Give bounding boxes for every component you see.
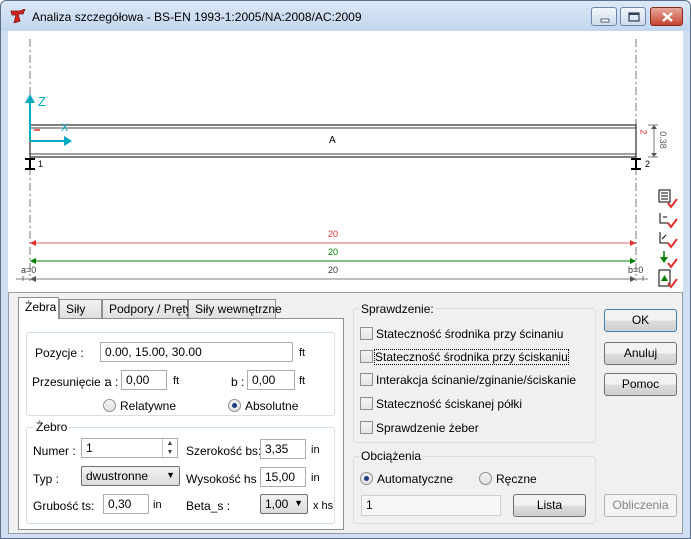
spinner-arrows-icon[interactable]: ▲ ▼ bbox=[162, 439, 177, 457]
tab-ribs[interactable]: Żebra bbox=[18, 297, 59, 319]
offset-b-unit: ft bbox=[299, 375, 306, 387]
beam-preview-canvas: Z X A 1 2 2 0.38 20 20 20 a=0 b=0 bbox=[8, 31, 683, 293]
beam-label: A bbox=[329, 135, 336, 146]
loads-manual-radio[interactable] bbox=[479, 472, 492, 485]
rib-thickness-label: Grubość ts: bbox=[33, 499, 95, 513]
rib-type-select[interactable]: dwustronne ▼ bbox=[81, 466, 180, 486]
loads-auto-radio[interactable] bbox=[360, 472, 373, 485]
offset-b-field-label: b : bbox=[231, 375, 245, 389]
help-button[interactable]: Pomoc bbox=[604, 373, 677, 396]
node-right-label: 2 bbox=[645, 159, 651, 169]
positions-label: Pozycje : bbox=[35, 346, 84, 360]
absolute-label: Absolutne bbox=[245, 399, 299, 413]
offset-a-label: a=0 bbox=[21, 265, 37, 275]
minimize-icon bbox=[600, 18, 610, 23]
check-shear-buckling[interactable] bbox=[360, 327, 373, 340]
absolute-radio[interactable] bbox=[228, 399, 241, 412]
rib-thickness-input[interactable]: 0,30 bbox=[103, 494, 149, 514]
rib-width-label: Szerokość bs: bbox=[186, 444, 262, 458]
dimension-green: 20 bbox=[328, 247, 339, 257]
tab-internal-forces[interactable]: Siły wewnętrzne bbox=[188, 299, 282, 319]
app-logo-icon bbox=[10, 9, 26, 23]
dialog-window: Analiza szczegółowa - BS-EN 1993-1:2005/… bbox=[0, 0, 691, 539]
view-rib-icon[interactable] bbox=[658, 189, 678, 209]
height-dimension: 0.38 bbox=[657, 131, 668, 149]
maximize-icon bbox=[628, 12, 640, 22]
dropdown-arrow-icon: ▼ bbox=[166, 470, 175, 480]
title-bar[interactable]: Analiza szczegółowa - BS-EN 1993-1:2005/… bbox=[1, 1, 690, 31]
beta-value: 1,00 bbox=[265, 497, 289, 511]
minimize-button[interactable] bbox=[591, 7, 617, 26]
check-flange-stability-label: Stateczność ściskanej półki bbox=[376, 397, 523, 411]
node-left-label: 1 bbox=[38, 159, 44, 169]
cancel-button[interactable]: Anuluj bbox=[604, 342, 677, 365]
rib-type-label: Typ : bbox=[33, 472, 60, 486]
view-dimension-icon[interactable] bbox=[658, 209, 678, 229]
calculations-button[interactable]: Obliczenia bbox=[604, 494, 677, 517]
beta-select[interactable]: 1,00 ▼ bbox=[260, 494, 308, 514]
tab-panel-ribs: Pozycje : 0.00, 15.00, 30.00 ft Przesuni… bbox=[18, 318, 344, 530]
check-interaction[interactable] bbox=[360, 373, 373, 386]
dimension-total: 20 bbox=[328, 265, 339, 275]
checks-group-title: Sprawdzenie: bbox=[359, 302, 436, 316]
check-interaction-label: Interakcja ścinanie/zginanie/ściskanie bbox=[376, 373, 577, 387]
beam-drawing bbox=[16, 39, 658, 282]
dropdown-arrow-icon: ▼ bbox=[294, 498, 303, 508]
loads-list-field[interactable]: 1 bbox=[361, 495, 501, 516]
ok-button[interactable]: OK bbox=[604, 309, 677, 332]
check-flange-stability[interactable] bbox=[360, 397, 373, 410]
rib-group-title: Żebro bbox=[34, 420, 70, 434]
node-right-top-label: 2 bbox=[638, 129, 649, 135]
list-button[interactable]: Lista bbox=[513, 494, 586, 517]
rib-number-label: Numer : bbox=[33, 444, 76, 458]
check-ribs-label: Sprawdzenie żeber bbox=[376, 421, 479, 435]
loads-auto-label: Automatyczne bbox=[377, 472, 454, 486]
close-icon bbox=[662, 12, 673, 22]
check-ribs[interactable] bbox=[360, 421, 373, 434]
rib-number-spinner[interactable]: 1 ▲ ▼ bbox=[81, 438, 178, 458]
beta-unit: x hs bbox=[313, 500, 334, 512]
offset-a-unit: ft bbox=[173, 375, 180, 387]
rib-width-unit: in bbox=[311, 444, 320, 456]
offset-label: Przesunięcie : bbox=[32, 375, 108, 389]
rib-width-input[interactable]: 3,35 bbox=[260, 439, 306, 459]
loads-group-title: Obciążenia bbox=[359, 449, 424, 463]
rib-height-unit: in bbox=[311, 472, 320, 484]
view-load-icon[interactable] bbox=[658, 249, 678, 269]
check-shear-buckling-label: Stateczność środnika przy ścinaniu bbox=[376, 327, 564, 341]
dimension-red: 20 bbox=[328, 229, 339, 239]
tab-supports-members[interactable]: Podpory / Pręty bbox=[102, 299, 192, 319]
check-compression-buckling[interactable] bbox=[360, 350, 373, 363]
relative-label: Relatywne bbox=[120, 399, 177, 413]
relative-radio[interactable] bbox=[103, 399, 116, 412]
axis-z-label: Z bbox=[38, 94, 46, 109]
maximize-button[interactable] bbox=[620, 7, 646, 26]
check-compression-buckling-label: Stateczność środnika przy ściskaniu bbox=[374, 349, 569, 365]
view-support-icon[interactable] bbox=[658, 229, 678, 249]
rib-height-input[interactable]: 15,00 bbox=[260, 467, 306, 487]
view-reaction-icon[interactable] bbox=[658, 269, 678, 289]
loads-manual-label: Ręczne bbox=[496, 472, 537, 486]
rib-number-value: 1 bbox=[86, 441, 93, 455]
axis-x-label: X bbox=[61, 122, 69, 134]
offset-a-field-label: a : bbox=[105, 375, 119, 389]
positions-input[interactable]: 0.00, 15.00, 30.00 bbox=[100, 342, 293, 362]
offset-a-input[interactable]: 0,00 bbox=[121, 370, 167, 390]
window-title: Analiza szczegółowa - BS-EN 1993-1:2005/… bbox=[32, 10, 362, 24]
close-button[interactable] bbox=[650, 7, 683, 26]
tab-forces[interactable]: Siły bbox=[59, 299, 102, 319]
rib-height-label: Wysokość hs : bbox=[186, 472, 264, 486]
rib-type-value: dwustronne bbox=[86, 469, 149, 483]
offset-b-input[interactable]: 0,00 bbox=[247, 370, 295, 390]
positions-unit: ft bbox=[299, 347, 306, 359]
offset-b-label: b=0 bbox=[628, 265, 644, 275]
beta-label: Beta_s : bbox=[186, 499, 231, 513]
view-toolbar bbox=[658, 189, 678, 289]
rib-thickness-unit: in bbox=[153, 499, 162, 511]
